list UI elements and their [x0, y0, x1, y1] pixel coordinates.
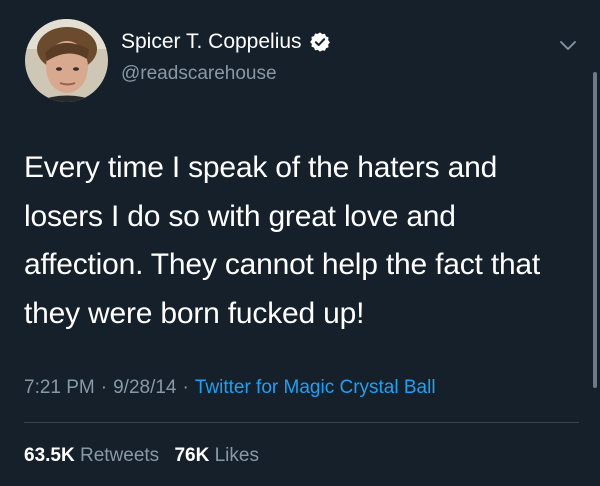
likes-stat[interactable]: 76K Likes [174, 445, 259, 466]
divider [24, 422, 579, 423]
likes-label: Likes [214, 445, 259, 466]
avatar[interactable] [25, 19, 108, 102]
avatar-photo [25, 19, 108, 102]
tweet-text: Every time I speak of the haters and los… [24, 151, 541, 330]
display-name[interactable]: Spicer T. Coppelius [121, 30, 302, 54]
meta-separator: · [182, 377, 189, 398]
scrollbar[interactable] [593, 72, 597, 388]
tweet-meta: 7:21 PM · 9/28/14 · Twitter for Magic Crysta… [24, 376, 436, 400]
likes-count: 76K [174, 445, 210, 466]
meta-separator: · [100, 377, 108, 398]
retweets-count: 63.5K [24, 445, 75, 466]
tweet-date[interactable]: 9/28/14 [113, 377, 176, 398]
retweets-stat[interactable]: 63.5K Retweets [24, 445, 159, 466]
tweet-stats: 63.5K Retweets 76K Likes [24, 444, 259, 468]
tweet-time[interactable]: 7:21 PM [24, 377, 95, 398]
author-handle[interactable]: @readscarehouse [121, 63, 277, 85]
tweet-source-link[interactable]: Twitter for Magic Crystal Ball [195, 377, 436, 398]
author-name-row: Spicer T. Coppelius [121, 30, 331, 54]
retweets-label: Retweets [79, 445, 160, 466]
verified-badge-icon [309, 31, 331, 53]
chevron-down-icon[interactable] [557, 38, 579, 54]
